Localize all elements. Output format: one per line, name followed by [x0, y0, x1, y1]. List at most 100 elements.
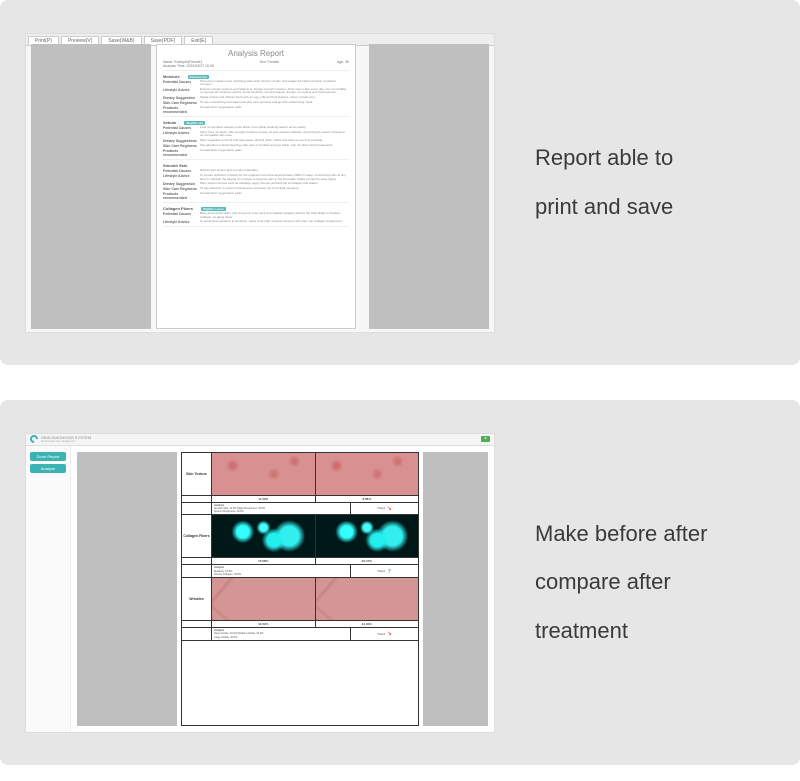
caption-line: Make before after [535, 510, 775, 558]
compare-analysis-text: AnalysisDeep wrinkle: 34.0% Medium wrink… [212, 628, 351, 640]
report-row: Lifestyle AdviceTo ensure sufficient moi… [163, 174, 349, 181]
compare-titlebar: SKIN DIAGNOSIS SYSTEM Professional skin … [26, 434, 494, 446]
compare-app-window: SKIN DIAGNOSIS SYSTEM Professional skin … [26, 434, 494, 732]
report-row-label: Skin Care Regimens [163, 101, 198, 105]
compare-detail-spacer [182, 628, 212, 640]
report-row-label: Potential Causes [163, 80, 198, 87]
report-row-label: Potential Causes [163, 212, 198, 219]
report-row-label: Products recommended [163, 192, 198, 200]
report-row-label: Lifestyle Advice [163, 131, 198, 138]
report-row-label: Potential Causes [163, 169, 198, 173]
compare-before-image[interactable] [212, 515, 316, 557]
report-row-text: To avoid long exposure to sunshine, usin… [200, 220, 349, 224]
compare-before-image[interactable] [212, 453, 316, 495]
compare-before-percent: 31.52% [212, 621, 316, 627]
report-row-text: Consett Dew oxygenation pads [200, 192, 349, 200]
report-row: Lifestyle AdviceSpicy food not allow, of… [163, 131, 349, 138]
close-button[interactable]: × [481, 436, 490, 442]
compare-row-label: Wrinkles [182, 578, 212, 620]
compare-row-label: Skin Texture [182, 453, 212, 495]
report-page-margin-right [369, 44, 489, 329]
comparison-table: Skin Texture11.59%8.88%AnalysisSmooth Sk… [181, 452, 419, 726]
compare-detail-row: AnalysisSmooth Skin: 11.5% Slight Roughn… [182, 503, 418, 516]
panel-report: Print(P) Preview(V) Save(W&B) Save(PDF) … [0, 0, 800, 365]
report-row: Skin Care RegimensTo pay attention to cu… [163, 187, 349, 191]
panel2-caption: Make before after compare after treatmen… [535, 510, 775, 655]
report-row-label: Products recommended [163, 106, 198, 114]
compare-percent-row: 31.52%44.32% [182, 621, 418, 628]
compare-before-percent: 15.68% [212, 558, 316, 564]
compare-analysis-text: AnalysisSmooth Skin: 11.5% Slight Roughn… [212, 503, 351, 515]
compare-percent-row: 11.59%8.88% [182, 496, 418, 503]
compare-percent-spacer [182, 558, 212, 564]
arrow-up-icon: ↗ [385, 567, 393, 576]
report-header-age: Age: 35 [337, 60, 349, 64]
report-row: Potential CausesScreening moisture loss,… [163, 80, 349, 87]
compare-row: Wrinkles [182, 578, 418, 621]
compare-trend-cell: Trend↗ [351, 565, 418, 577]
trend-label: Trend [377, 632, 385, 636]
panel1-caption: Report able to print and save [535, 134, 775, 231]
compare-percent-row: 15.68%36.47% [182, 558, 418, 565]
compare-after-image[interactable] [316, 578, 419, 620]
report-row-text: Consett Dew oxygenation pads [200, 106, 349, 114]
before-image-slot[interactable] [77, 452, 177, 726]
compare-before-percent: 11.59% [212, 496, 316, 502]
report-row: Products recommendedConsett Dew oxygenat… [163, 149, 349, 157]
report-row: Potential CausesBody and mental strain; … [163, 212, 349, 219]
compare-after-image[interactable] [316, 515, 419, 557]
compare-after-percent: 44.32% [316, 621, 419, 627]
report-title: Analysis Report [163, 49, 349, 58]
arrow-down-icon: ↘ [387, 505, 392, 512]
report-row: Lifestyle AdviceEnsure enough moisture a… [163, 88, 349, 95]
compare-row-label: Collagen Fibers [182, 515, 212, 557]
compare-trend-cell: Trend↘ [351, 503, 418, 515]
compare-after-image[interactable] [316, 453, 419, 495]
report-row-label: Lifestyle Advice [163, 174, 198, 181]
compare-thumbnail: SKIN DIAGNOSIS SYSTEM Professional skin … [25, 433, 495, 733]
report-app-window: Print(P) Preview(V) Save(W&B) Save(PDF) … [26, 34, 494, 332]
compare-detail-spacer [182, 503, 212, 515]
report-row-text: Body and mental strain; plus long term b… [200, 212, 349, 219]
report-row: Skin Care RegimensTo use moisturizing an… [163, 101, 349, 105]
after-image-slot[interactable] [423, 452, 488, 726]
compare-main-area: Skin Texture11.59%8.88%AnalysisSmooth Sk… [71, 446, 494, 732]
report-header-name: Name: Example(Female) [163, 60, 202, 64]
caption-line: treatment [535, 607, 775, 655]
app-logo-icon [28, 433, 39, 444]
report-row-label: Potential Causes [163, 126, 198, 130]
report-row-label: Products recommended [163, 149, 198, 157]
report-thumbnail: Print(P) Preview(V) Save(W&B) Save(PDF) … [25, 33, 495, 333]
report-row: Products recommendedConsett Dew oxygenat… [163, 106, 349, 114]
report-row: Skin Care RegimensPay attention to facia… [163, 144, 349, 148]
done-report-button[interactable]: Done Report [30, 452, 66, 461]
compare-detail-row: AnalysisElasticity: 15.5%Intense Collage… [182, 565, 418, 578]
compare-row: Skin Texture [182, 453, 418, 496]
report-section-head: MoistureExtreme dry [163, 74, 349, 79]
arrow-down-icon: ↘ [387, 630, 392, 637]
compare-trend-cell: Trend↘ [351, 628, 418, 640]
compare-before-image[interactable] [212, 578, 316, 620]
report-row-text: To ensure sufficient moisture for the or… [200, 174, 349, 181]
report-header-sex: Sex: Female [260, 60, 280, 64]
report-row-text: Ensure enough moisture and Vitamin A. Su… [200, 88, 349, 95]
compare-percent-spacer [182, 621, 212, 627]
compare-row: Collagen Fibers [182, 515, 418, 558]
report-document: Analysis Report Name: Example(Female) Se… [156, 44, 356, 329]
report-row-label: Dietary Suggestion [163, 182, 198, 186]
report-row-label: Dietary Suggestions [163, 139, 198, 143]
report-row: Lifestyle AdviceTo avoid long exposure t… [163, 220, 349, 224]
trend-label: Trend [377, 569, 385, 573]
report-row: Products recommendedConsett Dew oxygenat… [163, 192, 349, 200]
report-row-text: Spicy food not allow, offer enough moist… [200, 131, 349, 138]
report-page-margin-left [31, 44, 151, 329]
severity-badge: Extreme dry [188, 75, 209, 79]
analyze-button[interactable]: Analyze [30, 464, 66, 473]
caption-line: print and save [535, 183, 775, 231]
report-row-text: Screening moisture loss, declining water… [200, 80, 349, 87]
report-row-label: Lifestyle Advice [163, 220, 198, 224]
compare-sidebar: Done Report Analyze [26, 446, 71, 732]
compare-detail-spacer [182, 565, 212, 577]
compare-detail-row: AnalysisDeep wrinkle: 34.0% Medium wrink… [182, 628, 418, 641]
report-row-label: Lifestyle Advice [163, 88, 198, 95]
